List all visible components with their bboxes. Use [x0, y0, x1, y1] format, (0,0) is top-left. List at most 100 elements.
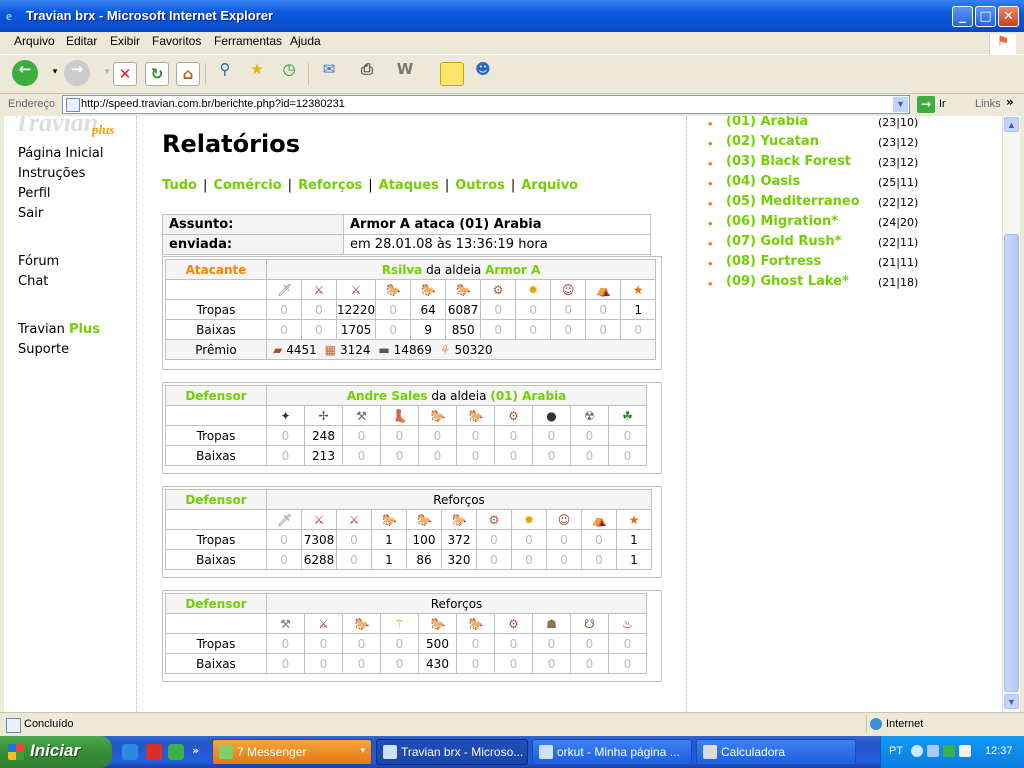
- home-icon[interactable]: ⌂: [176, 62, 200, 86]
- village-name[interactable]: (05) Mediterraneo: [726, 194, 860, 209]
- mail-icon[interactable]: ✉: [316, 60, 342, 86]
- messenger-quicklaunch-icon[interactable]: [168, 744, 184, 760]
- favorites-icon[interactable]: ★: [244, 60, 270, 86]
- menu-editar[interactable]: Editar: [66, 34, 97, 48]
- village-name[interactable]: (03) Black Forest: [726, 154, 851, 169]
- menu-ajuda[interactable]: Ajuda: [290, 34, 321, 48]
- scroll-down-icon[interactable]: ▼: [1004, 694, 1019, 709]
- nav-forum[interactable]: Fórum: [18, 254, 103, 274]
- village-name[interactable]: (01) Arabia: [726, 116, 808, 129]
- language-indicator[interactable]: PT: [889, 745, 903, 757]
- menu-exibir[interactable]: Exibir: [110, 34, 140, 48]
- village-item[interactable]: • (08) Fortress (21|11): [708, 254, 1002, 274]
- defender1-village[interactable]: (01) Arabia: [490, 389, 566, 403]
- scroll-up-icon[interactable]: ▲: [1004, 117, 1019, 132]
- defender1-frame: Defensor Andre Sales da aldeia (01) Arab…: [162, 382, 662, 474]
- history-icon[interactable]: ◷: [276, 60, 302, 86]
- print-icon[interactable]: ⎙: [354, 60, 380, 86]
- messenger-icon: [219, 745, 233, 759]
- nav-support[interactable]: Suporte: [18, 342, 103, 362]
- messenger-icon[interactable]: ☻: [470, 60, 496, 86]
- village-name[interactable]: (06) Migration*: [726, 214, 838, 229]
- village-item[interactable]: • (01) Arabia (23|10): [708, 116, 1002, 134]
- unit-icon-1: ⚒: [266, 613, 305, 634]
- attacker-village[interactable]: Armor A: [485, 263, 540, 277]
- village-name[interactable]: (02) Yucatan: [726, 134, 819, 149]
- volume-icon[interactable]: [959, 745, 971, 757]
- village-item[interactable]: • (07) Gold Rush* (22|11): [708, 234, 1002, 254]
- title-bar[interactable]: e Travian brx - Microsoft Internet Explo…: [0, 0, 1024, 32]
- vertical-scrollbar[interactable]: ▲ ▼: [1002, 116, 1020, 712]
- tray-arrow-icon[interactable]: [911, 745, 923, 757]
- travian-plus-logo: plus: [92, 122, 115, 137]
- village-item[interactable]: • (05) Mediterraneo (22|12): [708, 194, 1002, 214]
- village-item[interactable]: • (02) Yucatan (23|12): [708, 134, 1002, 154]
- task-travian[interactable]: Travian brx - Microso...: [376, 739, 528, 765]
- quicklaunch-more-icon[interactable]: »: [192, 744, 208, 760]
- nav-profile[interactable]: Perfil: [18, 186, 103, 206]
- defender3-role: Defensor: [165, 593, 267, 614]
- defender1-player[interactable]: Andre Sales: [347, 389, 428, 403]
- messenger-tray-icon[interactable]: [943, 745, 955, 757]
- go-button[interactable]: Ir: [939, 98, 946, 110]
- back-icon[interactable]: ←: [12, 60, 38, 86]
- defender2-header: Reforços: [266, 489, 652, 510]
- village-name[interactable]: (08) Fortress: [726, 254, 821, 269]
- nav-travian-plus[interactable]: Travian Plus: [18, 322, 103, 342]
- chevron-right-icon[interactable]: »: [1006, 95, 1014, 109]
- start-button[interactable]: Iniciar: [0, 736, 112, 768]
- menu-favoritos[interactable]: Favoritos: [152, 34, 201, 48]
- notes-icon[interactable]: [440, 62, 464, 86]
- village-item[interactable]: • (06) Migration* (24|20): [708, 214, 1002, 234]
- tab-comercio[interactable]: Comércio: [213, 178, 281, 193]
- tab-ataques[interactable]: Ataques: [379, 178, 439, 193]
- task-calculator[interactable]: Calculadora: [696, 739, 856, 765]
- search-icon[interactable]: ⚲: [212, 60, 238, 86]
- nav-logout[interactable]: Sair: [18, 206, 103, 226]
- scroll-thumb[interactable]: [1004, 234, 1019, 692]
- refresh-icon[interactable]: ↻: [145, 62, 169, 86]
- nav-instructions[interactable]: Instruções: [18, 166, 103, 186]
- village-name[interactable]: (04) Oasis: [726, 174, 800, 189]
- ie-icon: [383, 745, 397, 759]
- close-button[interactable]: ✕: [998, 6, 1019, 27]
- nav-home[interactable]: Página Inicial: [18, 146, 103, 166]
- attacker-player[interactable]: Rsilva: [382, 263, 423, 277]
- unit-icon-9: ☺: [546, 509, 582, 530]
- nav-chat[interactable]: Chat: [18, 274, 103, 294]
- task-orkut[interactable]: orkut - Minha página ...: [532, 739, 692, 765]
- zone-text: Internet: [886, 718, 924, 730]
- troops-cell: 0: [480, 299, 517, 320]
- village-item[interactable]: • (04) Oasis (25|11): [708, 174, 1002, 194]
- village-name[interactable]: (09) Ghost Lake*: [726, 274, 849, 289]
- tab-reforcos[interactable]: Reforços: [298, 178, 362, 193]
- task-messenger[interactable]: 7 Messenger ▾: [212, 739, 372, 765]
- edit-icon[interactable]: W: [392, 60, 418, 86]
- address-dropdown-icon[interactable]: ▼: [893, 97, 908, 112]
- unit-icon-10: ⛺: [585, 279, 622, 300]
- opera-quicklaunch-icon[interactable]: [146, 744, 162, 760]
- network-icon[interactable]: [927, 745, 939, 757]
- address-input[interactable]: http://speed.travian.com.br/berichte.php…: [62, 95, 910, 114]
- village-name[interactable]: (07) Gold Rush*: [726, 234, 841, 249]
- troops-cell: 0: [375, 299, 412, 320]
- losses-cell: 0: [585, 319, 622, 340]
- tab-outros[interactable]: Outros: [455, 178, 505, 193]
- village-item[interactable]: • (03) Black Forest (23|12): [708, 154, 1002, 174]
- ie-quicklaunch-icon[interactable]: [122, 744, 138, 760]
- village-item[interactable]: • (09) Ghost Lake* (21|18): [708, 274, 1002, 294]
- bullet-icon: •: [708, 116, 713, 131]
- menu-ferramentas[interactable]: Ferramentas: [214, 34, 282, 48]
- links-button[interactable]: Links: [975, 98, 1001, 110]
- travian-logo[interactable]: Travian: [14, 116, 98, 138]
- minimize-button[interactable]: _: [952, 6, 973, 27]
- forward-icon[interactable]: →: [64, 60, 90, 86]
- tab-tudo[interactable]: Tudo: [162, 178, 197, 193]
- defender1-role: Defensor: [165, 385, 267, 406]
- menu-arquivo[interactable]: Arquivo: [14, 34, 55, 48]
- address-label: Endereço: [8, 98, 56, 110]
- maximize-button[interactable]: □: [975, 6, 996, 27]
- go-icon[interactable]: →: [917, 96, 935, 113]
- tab-arquivo[interactable]: Arquivo: [521, 178, 578, 193]
- stop-icon[interactable]: ✕: [113, 62, 137, 86]
